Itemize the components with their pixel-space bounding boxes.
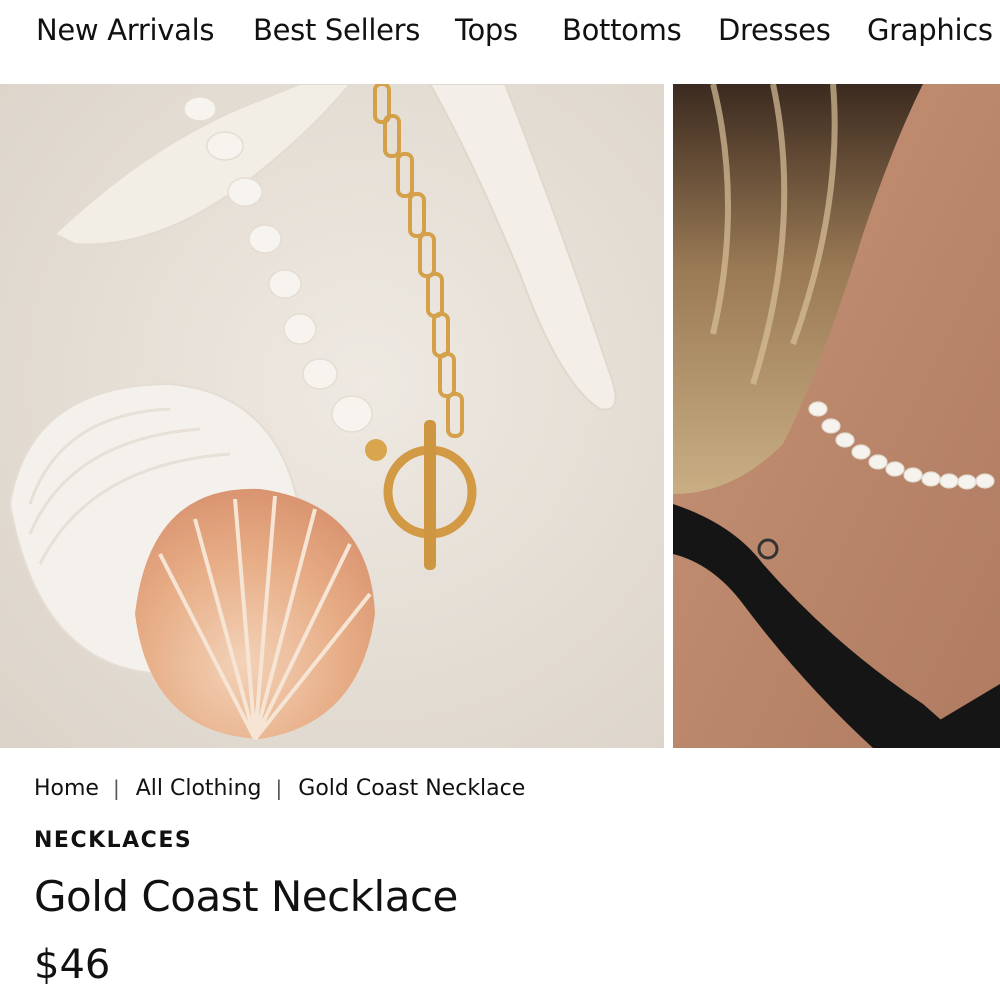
nav-item-tops[interactable]: Tops <box>455 12 518 48</box>
product-image-main[interactable] <box>0 84 664 748</box>
product-image-secondary[interactable] <box>673 84 1000 748</box>
top-nav: New Arrivals Best Sellers Tops Bottoms D… <box>0 0 1000 84</box>
breadcrumb-home[interactable]: Home <box>34 776 99 801</box>
breadcrumb-all-clothing[interactable]: All Clothing <box>136 776 262 801</box>
product-gallery <box>0 84 1000 748</box>
nav-item-best-sellers[interactable]: Best Sellers <box>253 12 420 48</box>
nav-item-bottoms[interactable]: Bottoms <box>562 12 682 48</box>
product-title: Gold Coast Necklace <box>34 872 458 921</box>
nav-item-dresses[interactable]: Dresses <box>718 12 831 48</box>
breadcrumb-separator: | <box>275 776 283 800</box>
breadcrumb-separator: | <box>112 776 120 800</box>
necklace-on-sand-photo <box>0 84 664 748</box>
breadcrumb: Home | All Clothing | Gold Coast Necklac… <box>34 772 525 804</box>
product-price: $46 <box>34 942 111 988</box>
nav-item-new-arrivals[interactable]: New Arrivals <box>36 12 215 48</box>
nav-item-graphics[interactable]: Graphics <box>867 12 993 48</box>
breadcrumb-current: Gold Coast Necklace <box>298 775 526 801</box>
product-category: NECKLACES <box>34 828 193 853</box>
model-wearing-pearl-necklace-photo <box>673 84 1000 748</box>
